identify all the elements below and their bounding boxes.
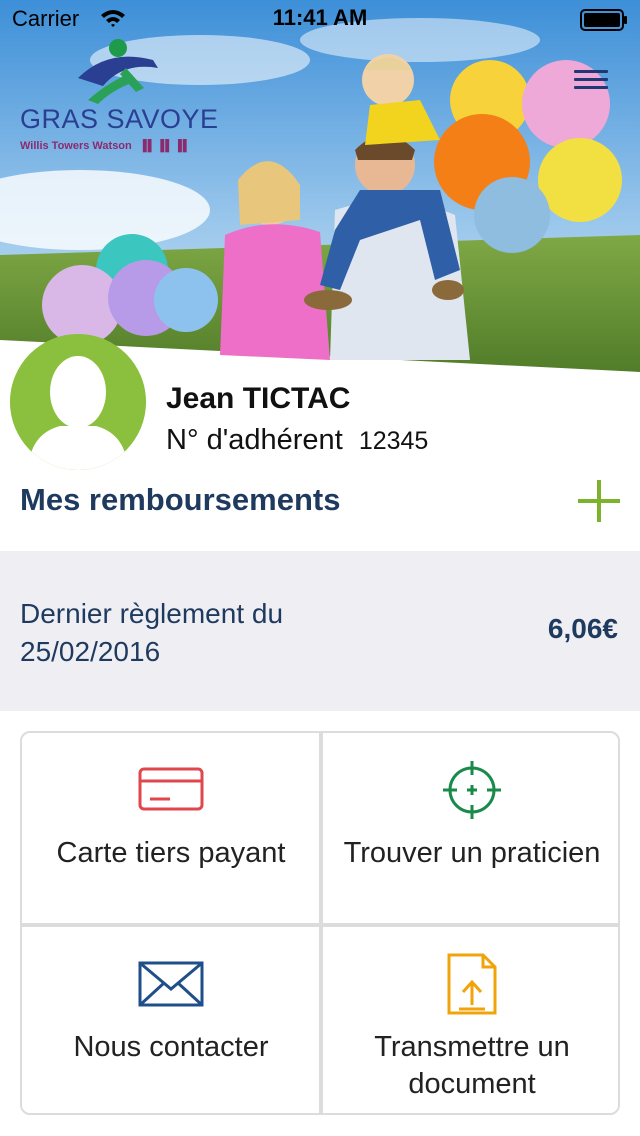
envelope-icon [138, 961, 204, 1007]
shortcut-grid: Carte tiers payant Trouver un praticien … [20, 731, 620, 1115]
card-icon [138, 767, 204, 811]
add-reimbursement-button[interactable] [578, 480, 620, 522]
last-payment-card[interactable]: Dernier règlement du 25/02/2016 6,06€ [0, 551, 640, 711]
status-time: 11:41 AM [272, 5, 368, 30]
document-upload-icon [447, 953, 497, 1015]
brand-name: GRAS SAVOYE [20, 104, 219, 134]
member-number-label: N° d'adhérent [166, 424, 343, 456]
profile-name: Jean TICTAC [166, 382, 351, 415]
tile-contact-us[interactable]: Nous contacter [22, 927, 320, 1113]
hero-banner: Carrier 11:41 AM GRAS SAVOYE Willis Towe… [0, 0, 640, 380]
battery-icon [580, 9, 627, 31]
target-icon [443, 761, 501, 819]
last-payment-label: Dernier règlement du 25/02/2016 [20, 598, 284, 667]
tile-contact-us-label: Nous contacter [73, 1031, 269, 1063]
tile-send-document-label: Transmettre un document [374, 1031, 570, 1100]
reimbursements-title[interactable]: Mes remboursements [20, 482, 340, 518]
grid-divider-horizontal [22, 923, 618, 927]
user-silhouette-icon [10, 334, 146, 470]
avatar[interactable] [10, 334, 146, 470]
menu-button[interactable] [574, 70, 610, 100]
brand-subtitle: Willis Towers Watson ▐▌▐▌▐▌ [20, 140, 192, 152]
tile-send-document[interactable]: Transmettre un document [323, 927, 618, 1113]
status-bar: Carrier 11:41 AM [0, 0, 640, 40]
brand-logo: GRAS SAVOYE Willis Towers Watson ▐▌▐▌▐▌ [18, 38, 218, 158]
member-number-value: 12345 [358, 427, 429, 455]
last-payment-amount: 6,06€ [547, 613, 618, 644]
tile-insurance-card-label: Carte tiers payant [56, 837, 286, 869]
member-number-row: N° d'adhérent 12345 [166, 424, 428, 457]
tile-find-practitioner[interactable]: Trouver un praticien [323, 733, 618, 923]
runner-logo-icon [78, 39, 158, 104]
tile-insurance-card[interactable]: Carte tiers payant [22, 733, 320, 923]
tile-find-practitioner-label: Trouver un praticien [343, 837, 601, 869]
hamburger-icon [574, 70, 608, 73]
